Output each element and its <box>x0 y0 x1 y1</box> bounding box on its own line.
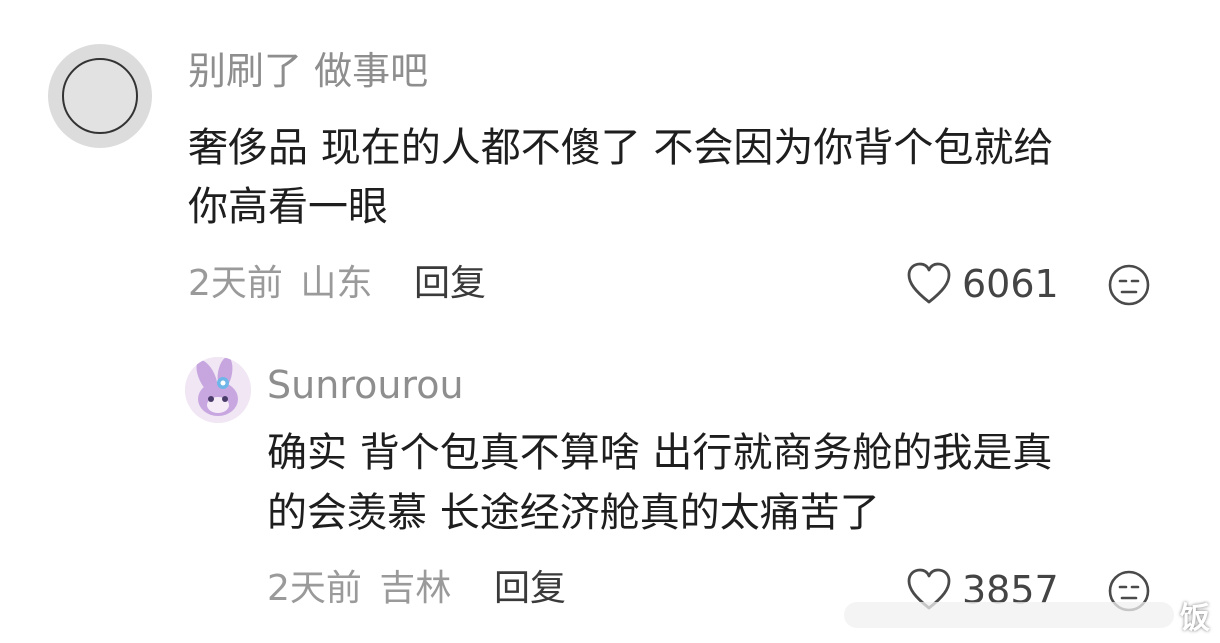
replier-username[interactable]: Sunrourou <box>267 360 464 410</box>
comment-time: 2天前 <box>188 263 283 304</box>
neutral-face-icon[interactable] <box>1107 263 1151 307</box>
comment-meta: 2天前 山东 <box>188 261 372 307</box>
watermark-text: 饭 <box>1180 601 1210 636</box>
reply-location: 吉林 <box>379 568 452 609</box>
reply-text-line2: 的会羡慕 长途经济舱真的太痛苦了 <box>267 490 880 536</box>
reply-reply-button[interactable]: 回复 <box>494 566 566 612</box>
avatar-circle-icon <box>62 58 138 134</box>
comment-location: 山东 <box>300 263 373 304</box>
bunny-avatar-icon <box>185 357 251 423</box>
comment-text-line1: 奢侈品 现在的人都不傻了 不会因为你背个包就给 <box>188 125 1054 171</box>
commenter-username[interactable]: 别刷了 做事吧 <box>188 46 428 96</box>
commenter-avatar[interactable] <box>48 44 152 148</box>
reply-time: 2天前 <box>267 568 362 609</box>
comment-reply-button[interactable]: 回复 <box>414 261 486 307</box>
watermark: 饭 <box>844 595 1210 636</box>
reply-meta: 2天前 吉林 <box>267 566 451 612</box>
replier-avatar[interactable] <box>185 357 251 423</box>
comment-like-count: 6061 <box>962 262 1059 306</box>
watermark-bar <box>844 602 1174 628</box>
heart-outline-icon[interactable] <box>906 262 952 306</box>
comment-text-line2: 你高看一眼 <box>188 184 388 230</box>
reply-text-line1: 确实 背个包真不算啥 出行就商务舱的我是真 <box>267 430 1053 476</box>
